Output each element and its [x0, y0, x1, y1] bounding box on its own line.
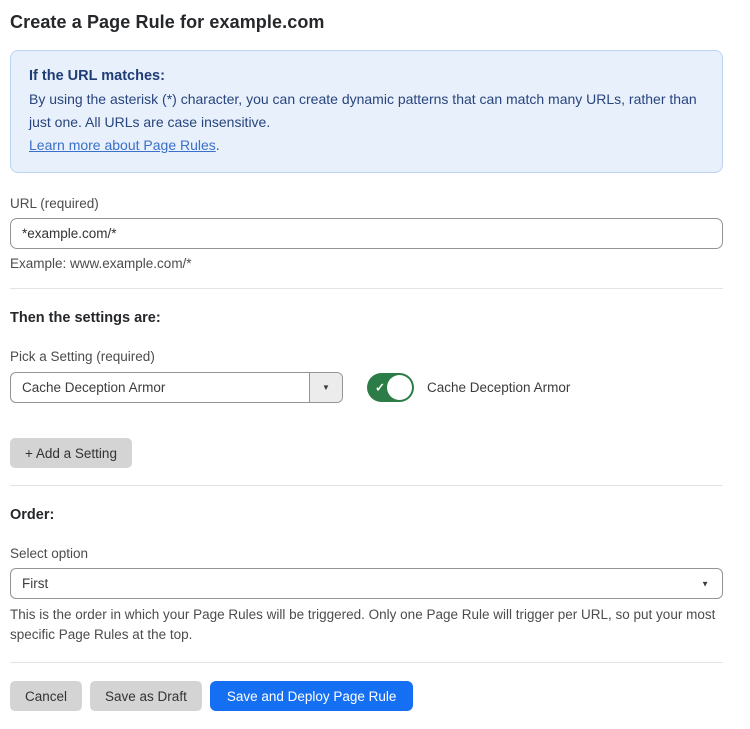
divider	[10, 485, 723, 486]
create-page-rule-form: Create a Page Rule for example.com If th…	[10, 0, 723, 729]
save-and-deploy-button[interactable]: Save and Deploy Page Rule	[210, 681, 414, 711]
add-setting-button[interactable]: + Add a Setting	[10, 438, 132, 468]
setting-row: Cache Deception Armor ▼ ✓ Cache Deceptio…	[10, 372, 723, 403]
toggle-label: Cache Deception Armor	[427, 380, 570, 395]
order-select-label: Select option	[10, 546, 723, 561]
info-box-body: By using the asterisk (*) character, you…	[29, 88, 704, 134]
link-suffix: .	[216, 137, 220, 153]
order-section-heading: Order:	[10, 507, 723, 523]
info-box-heading: If the URL matches:	[29, 65, 704, 88]
divider	[10, 662, 723, 663]
toggle-knob	[387, 375, 412, 400]
order-select[interactable]: First ▼	[10, 568, 723, 599]
divider	[10, 288, 723, 289]
cancel-button[interactable]: Cancel	[10, 681, 82, 711]
save-as-draft-button[interactable]: Save as Draft	[90, 681, 202, 711]
url-input[interactable]	[10, 218, 723, 249]
settings-section-heading: Then the settings are:	[10, 310, 723, 326]
pick-setting-label: Pick a Setting (required)	[10, 349, 723, 364]
url-match-info-box: If the URL matches: By using the asteris…	[10, 50, 723, 173]
learn-more-link[interactable]: Learn more about Page Rules	[29, 137, 216, 153]
chevron-down-icon[interactable]: ▼	[309, 373, 342, 402]
order-helper-text: This is the order in which your Page Rul…	[10, 605, 723, 645]
setting-select[interactable]: Cache Deception Armor ▼	[10, 372, 343, 403]
chevron-down-icon: ▼	[701, 579, 709, 588]
url-helper-text: Example: www.example.com/*	[10, 256, 723, 271]
info-box-link-line: Learn more about Page Rules.	[29, 134, 704, 157]
setting-select-value: Cache Deception Armor	[11, 373, 309, 402]
footer-actions: Cancel Save as Draft Save and Deploy Pag…	[10, 681, 723, 729]
page-title: Create a Page Rule for example.com	[10, 12, 723, 33]
url-field-label: URL (required)	[10, 196, 723, 211]
order-select-value: First	[22, 576, 48, 591]
check-icon: ✓	[375, 380, 385, 394]
cache-deception-armor-toggle[interactable]: ✓	[367, 373, 414, 402]
